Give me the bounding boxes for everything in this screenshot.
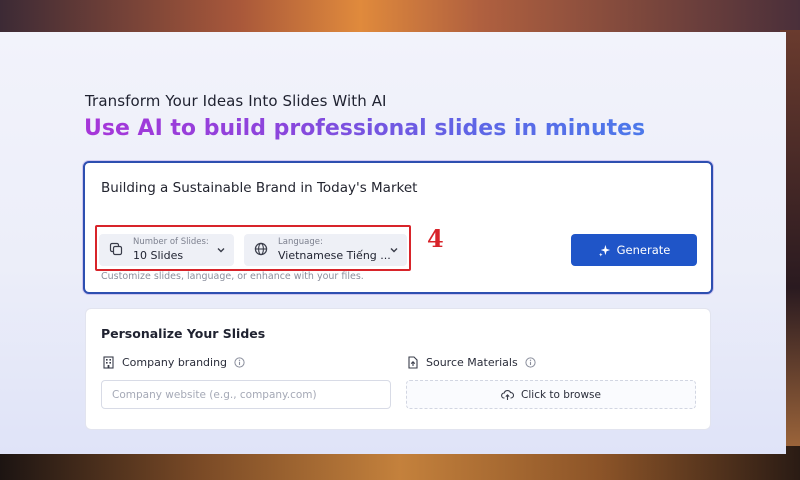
hero-headline: Use AI to build professional slides in m… (84, 116, 646, 141)
personalize-panel: Personalize Your Slides Company branding (85, 308, 711, 430)
company-branding-text: Company branding (122, 356, 228, 369)
source-materials-label: Source Materials (406, 356, 536, 369)
cloud-upload-icon (501, 389, 515, 400)
company-branding-label: Company branding (102, 356, 245, 369)
browse-files-label: Click to browse (521, 388, 601, 401)
info-icon[interactable] (525, 357, 536, 368)
hero-eyebrow: Transform Your Ideas Into Slides With AI (85, 92, 387, 110)
customize-hint: Customize slides, language, or enhance w… (101, 271, 364, 282)
sparkle-icon (598, 244, 610, 257)
annotation-highlight-box (95, 225, 411, 271)
source-materials-text: Source Materials (426, 356, 518, 369)
annotation-step-number: 4 (427, 224, 444, 253)
app-window: Transform Your Ideas Into Slides With AI… (0, 32, 786, 454)
browse-files-button[interactable]: Click to browse (406, 380, 696, 409)
generate-button-label: Generate (616, 243, 671, 257)
personalize-title: Personalize Your Slides (101, 326, 266, 341)
prompt-card: Building a Sustainable Brand in Today's … (83, 161, 713, 294)
generate-button[interactable]: Generate (571, 234, 697, 266)
prompt-input[interactable]: Building a Sustainable Brand in Today's … (101, 180, 417, 196)
info-icon[interactable] (234, 357, 245, 368)
file-upload-icon (408, 356, 418, 369)
building-icon (103, 356, 114, 369)
company-website-input[interactable] (101, 380, 391, 409)
